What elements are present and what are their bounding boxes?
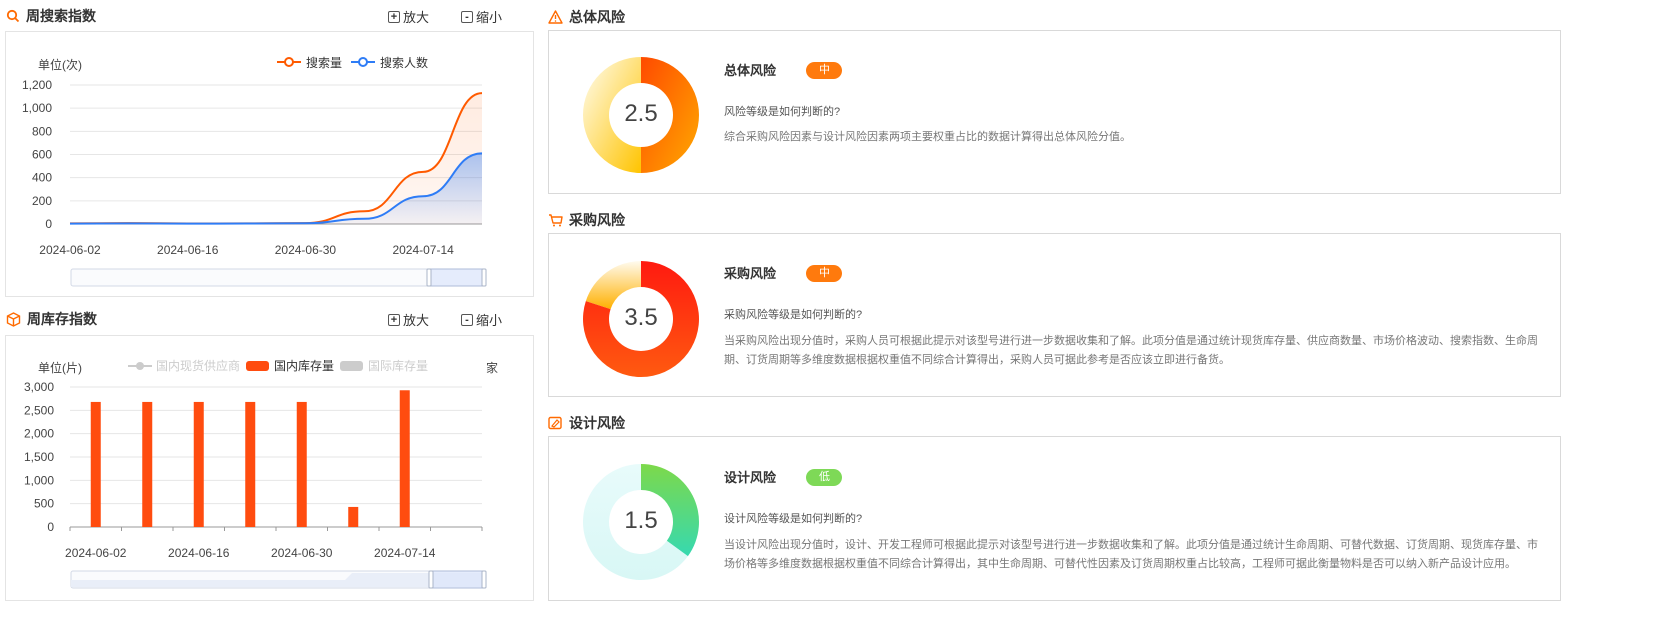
y-tick-label: 1,000 xyxy=(24,473,54,487)
bar xyxy=(348,506,359,527)
zoom-out-label: 缩小 xyxy=(476,313,503,328)
legend-label: 国内现货供应商 xyxy=(156,358,240,373)
x-tick-label: 2024-06-30 xyxy=(275,243,337,257)
y-tick-label: 1,000 xyxy=(22,101,52,115)
cart-icon xyxy=(549,214,563,227)
search-zoom-out-button[interactable]: - 缩小 xyxy=(461,7,502,26)
bar xyxy=(90,401,101,527)
zoom-slider-window xyxy=(430,570,485,589)
overall-risk-score: 2.5 xyxy=(624,100,658,127)
zoom-slider-handle-right xyxy=(481,268,487,287)
legend-label: 国内库存量 xyxy=(274,358,334,373)
search-zoom-in-button[interactable]: + 放大 xyxy=(388,7,429,26)
plus-icon: + xyxy=(388,313,400,326)
bar xyxy=(142,401,153,527)
y-tick-label: 500 xyxy=(34,497,54,511)
inventory-zoom-out-button[interactable]: - 缩小 xyxy=(461,310,502,329)
y-tick-label: 400 xyxy=(32,171,52,185)
zoom-slider-handle-left xyxy=(426,268,432,287)
overall-risk-level-badge: 中 xyxy=(806,62,843,80)
bar xyxy=(193,401,204,527)
search-line-chart: 0 200 400 600 800 1,000 1,200 2024-06-02 2024-06… xyxy=(22,55,487,287)
box-icon xyxy=(6,311,21,327)
y-tick-label: 1,200 xyxy=(22,78,52,92)
zoom-slider-handle-right xyxy=(481,570,487,589)
x-tick-label: 2024-06-16 xyxy=(157,243,219,257)
minus-icon: - xyxy=(461,313,473,326)
inventory-bar-chart: 0 500 1,000 1,500 2,000 2,500 3,000 2024-06-02 2… xyxy=(24,358,487,589)
zoom-slider-handle-left xyxy=(428,570,434,589)
inventory-zoom-in-button[interactable]: + 放大 xyxy=(388,310,429,329)
bar xyxy=(399,390,410,527)
y-tick-label: 200 xyxy=(32,194,52,208)
legend-label: 国际库存量 xyxy=(368,358,428,373)
inventory-index-header: 周库存指数 xyxy=(6,309,97,329)
search-index-title: 周搜索指数 xyxy=(26,8,96,24)
legend-swatch-marker xyxy=(136,362,144,370)
y-tick-label: 800 xyxy=(32,124,52,138)
purchase-risk-name: 采购风险 xyxy=(724,266,777,281)
zoom-slider-track xyxy=(70,268,485,287)
purchase-risk-level-badge: 中 xyxy=(806,265,843,283)
zoom-in-label: 放大 xyxy=(403,10,430,25)
y-tick-label: 0 xyxy=(47,520,54,534)
plus-icon: + xyxy=(388,10,400,23)
zoom-slider-window xyxy=(428,268,485,287)
design-risk-description: 当设计风险出现分值时，设计、开发工程师可根据此提示对该型号进行进一步数据收集和了… xyxy=(724,539,1538,570)
overall-risk-header: 总体风险 xyxy=(548,7,625,27)
purchase-risk-score: 3.5 xyxy=(624,304,658,331)
design-risk-header: 设计风险 xyxy=(548,413,625,433)
warning-icon xyxy=(548,10,563,24)
design-risk-level-badge: 低 xyxy=(806,469,843,487)
purchase-risk-header: 采购风险 xyxy=(548,210,625,230)
inventory-index-title: 周库存指数 xyxy=(27,311,97,327)
bar xyxy=(245,401,256,527)
search-icon xyxy=(6,9,20,23)
overall-risk-title-row: 总体风险 中 xyxy=(724,60,843,80)
purchase-risk-question[interactable]: 采购风险等级是如何判断的? xyxy=(724,306,862,322)
y-tick-label: 2,500 xyxy=(24,403,54,417)
purchase-risk-section-title: 采购风险 xyxy=(569,212,625,228)
y-tick-label: 3,000 xyxy=(24,380,54,394)
design-risk-title-row: 设计风险 低 xyxy=(724,467,843,487)
y-tick-label: 0 xyxy=(45,217,52,231)
purchase-risk-description: 当采购风险出现分值时，采购人员可根据此提示对该型号进行进一步数据收集和了解。此项… xyxy=(724,335,1538,366)
purchase-risk-donut-track xyxy=(585,261,641,310)
design-risk-score: 1.5 xyxy=(624,507,658,534)
y-tick-label: 1,500 xyxy=(24,450,54,464)
x-tick-label: 2024-06-02 xyxy=(65,546,127,560)
x-tick-label: 2024-06-30 xyxy=(271,546,333,560)
design-risk-section-title: 设计风险 xyxy=(569,415,625,431)
overall-risk-section-title: 总体风险 xyxy=(569,9,625,25)
legend-label: 搜索量 xyxy=(306,55,342,70)
y-tick-label: 2,000 xyxy=(24,427,54,441)
zoom-in-label: 放大 xyxy=(403,313,430,328)
design-icon xyxy=(548,416,562,430)
x-tick-label: 2024-06-02 xyxy=(39,243,101,257)
legend-label: 搜索人数 xyxy=(380,55,428,70)
y-tick-label: 600 xyxy=(32,148,52,162)
x-tick-label: 2024-07-14 xyxy=(374,546,436,560)
legend-swatch-rect xyxy=(246,361,269,371)
bar xyxy=(296,401,307,527)
overall-risk-question[interactable]: 风险等级是如何判断的? xyxy=(724,103,840,119)
legend-swatch-marker xyxy=(284,57,294,67)
purchase-risk-title-row: 采购风险 中 xyxy=(724,263,843,283)
overall-risk-name: 总体风险 xyxy=(724,63,777,78)
zoom-out-label: 缩小 xyxy=(476,10,503,25)
design-risk-name: 设计风险 xyxy=(724,470,777,485)
x-tick-label: 2024-07-14 xyxy=(392,243,454,257)
legend-swatch-marker xyxy=(358,57,368,67)
search-index-header: 周搜索指数 xyxy=(6,6,96,26)
x-tick-label: 2024-06-16 xyxy=(168,546,230,560)
overall-risk-description: 综合采购风险因素与设计风险因素两项主要权重占比的数据计算得出总体风险分值。 xyxy=(724,131,1131,143)
design-risk-question[interactable]: 设计风险等级是如何判断的? xyxy=(724,510,862,526)
minus-icon: - xyxy=(461,10,473,23)
legend-swatch-rect xyxy=(340,361,363,371)
